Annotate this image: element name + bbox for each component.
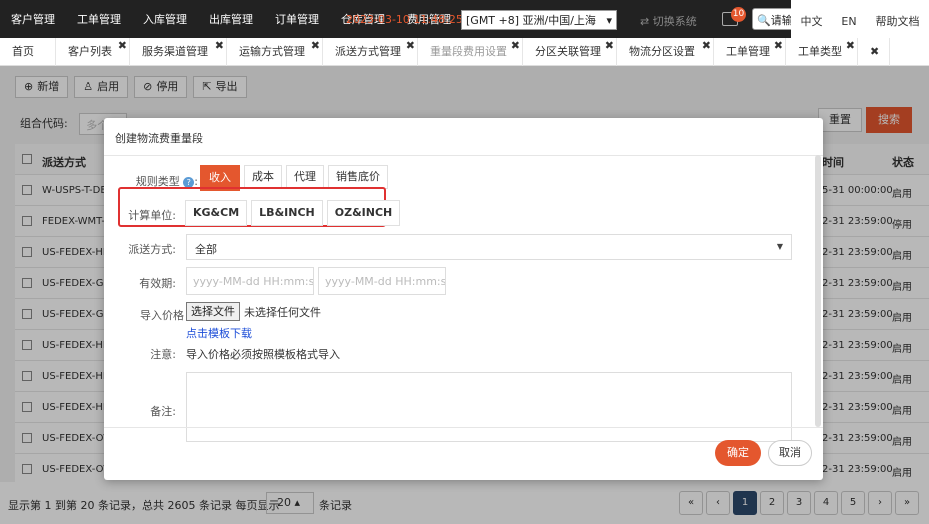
close-icon[interactable]: ✖ xyxy=(702,32,711,60)
search-icon: 🔍 xyxy=(757,14,771,27)
rule-type-cost[interactable]: 成本 xyxy=(244,165,282,189)
lang-en-button[interactable]: EN xyxy=(841,15,856,28)
switch-system-button[interactable]: ⇄ 切换系统 xyxy=(640,13,697,29)
close-icon[interactable]: ✖ xyxy=(846,32,855,60)
dialog-title: 创建物流费重量段 xyxy=(115,132,203,145)
close-icon[interactable]: ✖ xyxy=(311,32,320,60)
delivery-select[interactable]: 全部 ▼ xyxy=(186,234,792,260)
remark-label: 备注: xyxy=(150,405,176,418)
menu-item-outbound[interactable]: 出库管理 xyxy=(198,11,264,27)
unit-label: 计算单位: xyxy=(128,209,176,222)
cancel-button[interactable]: 取消 xyxy=(768,440,812,466)
note-label: 注意: xyxy=(150,348,176,361)
date-start-input[interactable]: yyyy-MM-dd HH:mm:ss xyxy=(186,267,314,295)
menu-item-ticket[interactable]: 工单管理 xyxy=(66,11,132,27)
tab-label: 服务渠道管理 xyxy=(142,45,208,58)
close-icon[interactable]: ✖ xyxy=(215,32,224,60)
tab-ticket-management[interactable]: 工单管理 ✖ xyxy=(714,38,786,66)
delivery-label: 派送方式: xyxy=(128,243,176,256)
tab-label: 分区关联管理 xyxy=(535,45,601,58)
tab-label: 客户列表 xyxy=(68,45,112,58)
tab-label: 派送方式管理 xyxy=(335,45,401,58)
remark-textarea[interactable] xyxy=(186,372,792,442)
date-start-placeholder: yyyy-MM-dd HH:mm:ss xyxy=(193,275,314,288)
help-doc-link[interactable]: 帮助文档 xyxy=(876,13,920,29)
date-end-input[interactable]: yyyy-MM-dd HH:mm:ss xyxy=(318,267,446,295)
choose-file-button[interactable]: 选择文件 xyxy=(186,302,240,321)
tab-delivery-mode[interactable]: 派送方式管理 ✖ xyxy=(323,38,418,66)
rule-type-agent[interactable]: 代理 xyxy=(286,165,324,189)
create-weight-segment-dialog: 创建物流费重量段 规则类型 ?: 收入 成本 代理 销售底价 计算单位: KG&… xyxy=(104,118,823,480)
close-icon: ✖ xyxy=(870,45,880,58)
search-placeholder: 请输 xyxy=(770,14,793,27)
unit-group: KG&CM LB&INCH OZ&INCH xyxy=(185,200,401,226)
close-icon[interactable]: ✖ xyxy=(774,32,783,60)
tab-zone-association[interactable]: 分区关联管理 ✖ xyxy=(523,38,617,66)
close-icon[interactable]: ✖ xyxy=(118,32,127,60)
tab-label: 重量段费用设置 xyxy=(430,45,507,58)
file-none-text: 未选择任何文件 xyxy=(244,306,321,319)
tab-label: 工单类型 xyxy=(798,45,842,58)
import-label: 导入价格 xyxy=(140,309,184,322)
close-all-tabs-button[interactable]: ✖ xyxy=(858,38,890,66)
top-nav-bar: 客户管理 工单管理 入库管理 出库管理 订单管理 仓库管理 费用管理 结算 20… xyxy=(0,0,929,42)
validity-label: 有效期: xyxy=(139,277,176,290)
message-count-badge: 10 xyxy=(731,7,746,22)
tab-label: 运输方式管理 xyxy=(239,45,305,58)
close-icon[interactable]: ✖ xyxy=(511,32,520,60)
tab-home[interactable]: 首页 xyxy=(0,38,56,66)
tab-service-channel[interactable]: 服务渠道管理 ✖ xyxy=(130,38,227,66)
timezone-value: [GMT +8] 亚洲/中国/上海 xyxy=(466,14,596,27)
delivery-value: 全部 xyxy=(195,243,217,256)
tab-logistics-zone[interactable]: 物流分区设置 ✖ xyxy=(617,38,714,66)
timezone-select[interactable]: [GMT +8] 亚洲/中国/上海 ▾ xyxy=(461,10,617,30)
caret-down-icon: ▼ xyxy=(776,242,783,251)
rule-type-min-price[interactable]: 销售底价 xyxy=(328,165,388,189)
tab-label: 工单管理 xyxy=(726,45,770,58)
tab-ticket-type[interactable]: 工单类型 ✖ xyxy=(786,38,858,66)
dialog-scrollbar[interactable] xyxy=(815,155,821,427)
divider xyxy=(104,155,823,156)
lang-zh-button[interactable]: 中文 xyxy=(800,13,822,29)
help-icon[interactable]: ? xyxy=(183,176,195,188)
switch-icon: ⇄ xyxy=(640,15,653,28)
confirm-button[interactable]: 确定 xyxy=(715,440,761,466)
close-icon[interactable]: ✖ xyxy=(406,32,415,60)
note-text: 导入价格必须按照模板格式导入 xyxy=(186,348,340,361)
language-switcher: 中文 EN 帮助文档 xyxy=(791,0,929,42)
unit-kg-cm[interactable]: KG&CM xyxy=(185,200,248,226)
template-download-link[interactable]: 点击模板下载 xyxy=(186,325,252,341)
page-tabs: 首页 客户列表 ✖ 服务渠道管理 ✖ 运输方式管理 ✖ 派送方式管理 ✖ 重量段费用设置… xyxy=(0,38,929,66)
tab-label: 物流分区设置 xyxy=(629,45,695,58)
tab-customer-list[interactable]: 客户列表 ✖ xyxy=(56,38,130,66)
date-end-placeholder: yyyy-MM-dd HH:mm:ss xyxy=(325,275,446,288)
chevron-down-icon: ▾ xyxy=(606,13,612,27)
menu-item-order[interactable]: 订单管理 xyxy=(264,11,330,27)
switch-system-label: 切换系统 xyxy=(652,15,697,28)
unit-oz-inch[interactable]: OZ&INCH xyxy=(326,200,401,226)
tab-transport-mode[interactable]: 运输方式管理 ✖ xyxy=(227,38,323,66)
tab-label: 首页 xyxy=(12,45,34,58)
tab-weight-fee[interactable]: 重量段费用设置 ✖ xyxy=(418,38,523,66)
divider xyxy=(104,427,823,428)
menu-item-inbound[interactable]: 入库管理 xyxy=(132,11,198,27)
menu-item-customer[interactable]: 客户管理 xyxy=(0,11,66,27)
unit-lb-inch[interactable]: LB&INCH xyxy=(251,200,323,226)
close-icon[interactable]: ✖ xyxy=(605,32,614,60)
current-datetime: 2023-03-10 11:48:25 xyxy=(346,13,463,26)
global-search-input[interactable]: 🔍请输 xyxy=(752,8,794,30)
